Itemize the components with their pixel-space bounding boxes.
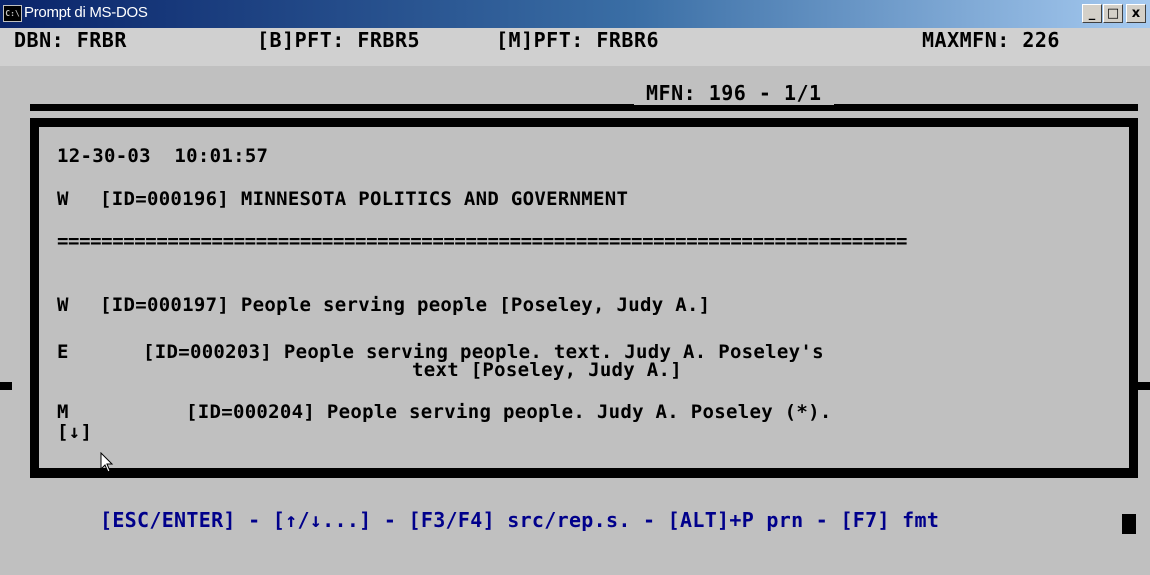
close-button[interactable]: x: [1126, 4, 1146, 23]
max-mfn-label: MAXMFN: 226: [922, 28, 1060, 52]
left-edge-marker: [0, 382, 12, 390]
window-title: Prompt di MS-DOS: [24, 4, 148, 21]
database-name: DBN: FRBR: [14, 28, 127, 52]
work-type-code: W: [57, 294, 69, 316]
frame-bottom-rule: [30, 468, 1138, 476]
window-controls: _ □ x: [1082, 4, 1146, 23]
record-datetime: 12-30-03 10:01:57: [57, 145, 269, 167]
manifestation-entry: [ID=000204] People serving people. Judy …: [186, 401, 832, 423]
maximize-button[interactable]: □: [1103, 4, 1123, 23]
minimize-button[interactable]: _: [1082, 4, 1102, 23]
work-entry: [ID=000197] People serving people [Posel…: [100, 294, 711, 316]
right-edge-marker: [1138, 382, 1150, 390]
msdos-window: C:\ Prompt di MS-DOS _ □ x DBN: FRBR [B]…: [0, 0, 1150, 575]
title-entry: [ID=000196] MINNESOTA POLITICS AND GOVER…: [100, 188, 629, 210]
mouse-pointer-icon: [100, 452, 114, 473]
expression-type-code: E: [57, 341, 69, 363]
key-help-bar: [ESC/ENTER] - [↑/↓...] - [F3/F4] src/rep…: [100, 508, 940, 532]
title-bar[interactable]: C:\ Prompt di MS-DOS _ □ x: [0, 0, 1150, 28]
mfn-indicator: MFN: 196 - 1/1: [634, 81, 834, 105]
b-pft-label: [B]PFT: FRBR5: [257, 28, 421, 52]
expression-entry-continuation: text [Poseley, Judy A.]: [412, 359, 682, 381]
msdos-icon[interactable]: C:\: [3, 5, 22, 22]
console-area[interactable]: DBN: FRBR [B]PFT: FRBR5 [M]PFT: FRBR6 MA…: [0, 28, 1150, 575]
text-cursor: [1122, 514, 1136, 534]
manifestation-type-code: M: [57, 401, 69, 423]
title-type-code: W: [57, 188, 69, 210]
m-pft-label: [M]PFT: FRBR6: [496, 28, 660, 52]
more-indicator[interactable]: [↓]: [57, 421, 92, 443]
frame-top-rule: [30, 104, 1138, 111]
record-separator: ========================================…: [57, 230, 908, 252]
